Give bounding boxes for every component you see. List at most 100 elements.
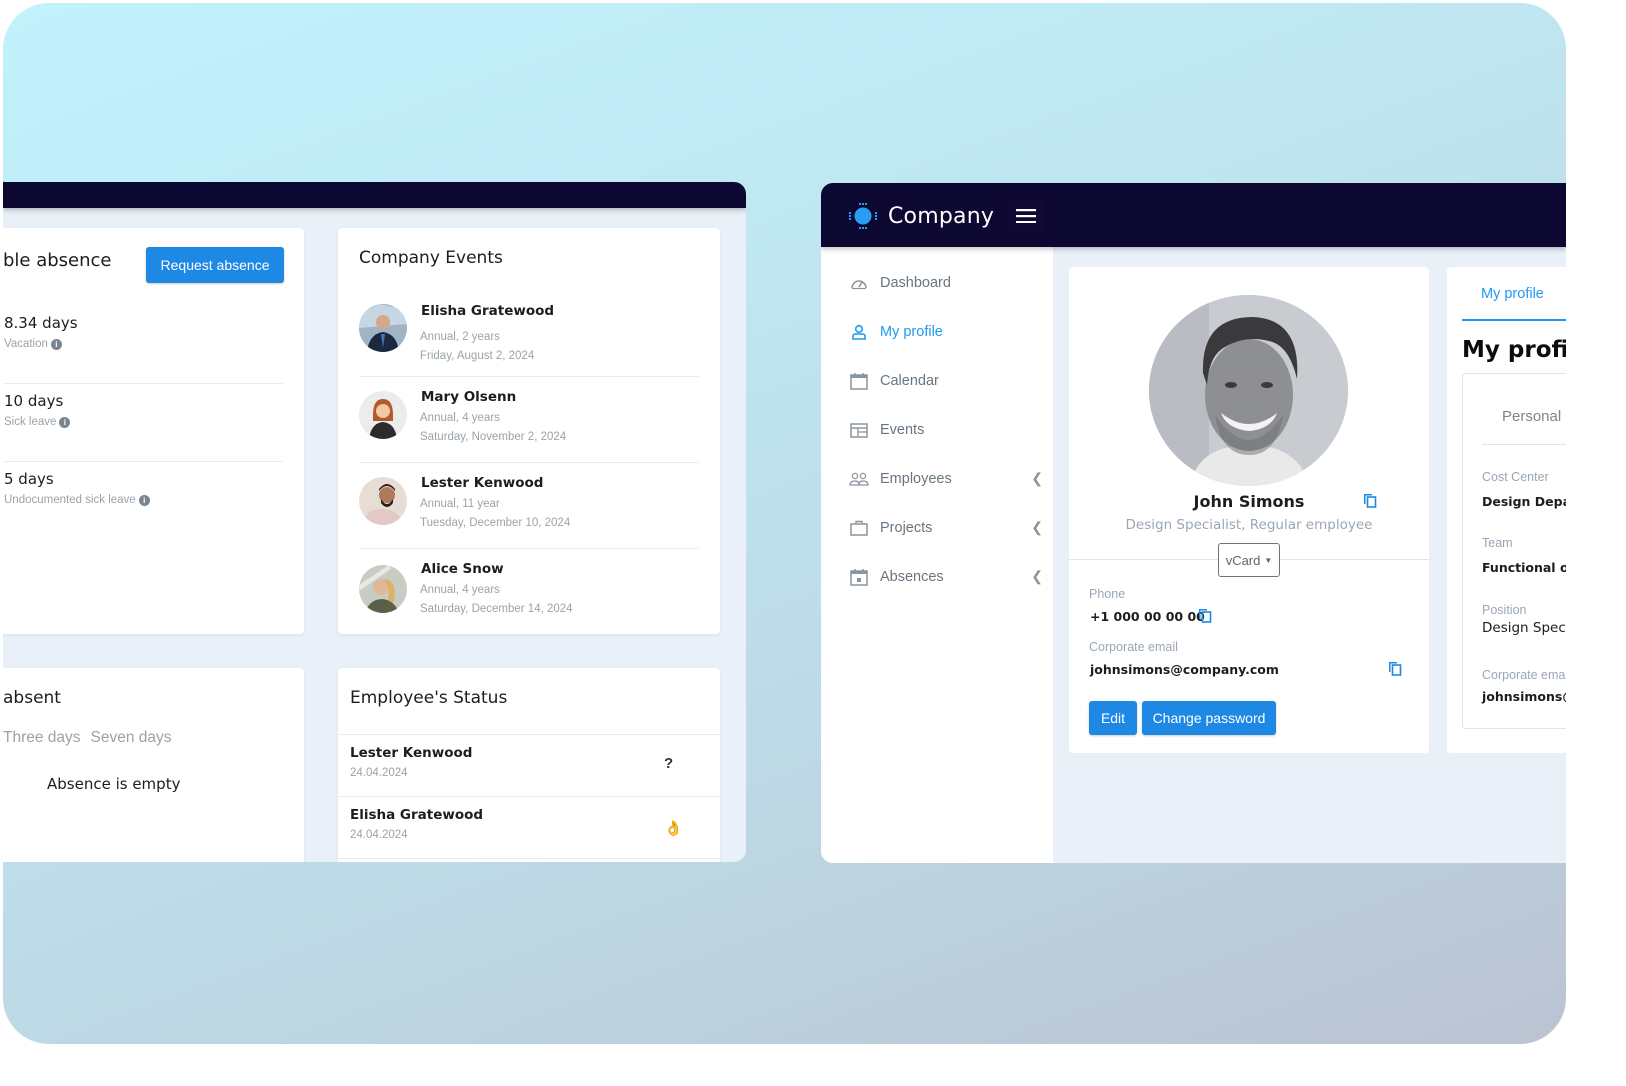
brand[interactable]: Company [848,202,994,230]
event-person-name: Mary Olsenn [421,389,517,405]
chevron-left-icon[interactable]: ❮ [1031,568,1043,585]
event-item[interactable]: Elisha Gratewood Annual, 2 years Friday,… [359,291,699,377]
available-absence-card: ble absence Request absence 8.34 days Va… [3,228,304,634]
request-absence-button[interactable]: Request absence [146,247,284,283]
calendar-day-icon [849,567,869,587]
profile-details-card: Personal Cost Center Design Depart Team … [1462,373,1566,729]
change-password-button[interactable]: Change password [1142,701,1276,735]
info-icon[interactable]: i [138,494,150,506]
balance-row: 8.34 days Vacation i [4,306,283,384]
page-title: My profile [1462,337,1566,363]
users-icon [849,469,869,489]
tab-my-profile[interactable]: My profile [1462,281,1566,321]
email-label: Corporate email [1089,640,1178,654]
balance-row: 5 days Undocumented sick leave i [4,462,283,540]
tab-three-days[interactable]: Three days [3,729,81,747]
sidebar-item-dashboard[interactable]: Dashboard [849,268,1029,298]
employee-status-card: Employee's Status Lester Kenwood 24.04.2… [338,668,720,862]
sidebar-item-label: My profile [880,324,943,340]
status-row[interactable]: Elisha Gratewood 24.04.2024 👌 [338,796,720,858]
sidebar-item-label: Dashboard [880,275,951,291]
event-date: Saturday, November 2, 2024 [420,431,567,443]
sidebar-item-label: Events [880,422,925,438]
field-label: Team [1482,536,1513,550]
event-date: Friday, August 2, 2024 [420,350,535,362]
user-icon [849,322,869,342]
balance-days: 10 days [4,392,64,410]
calendar-icon [849,371,869,391]
status-unknown-icon: ? [664,755,674,772]
sidebar-item-events[interactable]: Events [849,415,1029,445]
hamburger-menu-button[interactable] [1007,201,1045,231]
top-navbar [3,182,746,208]
sidebar-item-label: Absences [880,569,944,585]
event-type: Annual, 11 year [420,498,500,510]
status-date: 24.04.2024 [350,767,408,779]
status-row[interactable]: Lester Kenwood 24.04.2024 ? [338,734,720,796]
card-title: Employee's Status [350,688,508,708]
hamburger-icon [1016,209,1036,223]
card-title: ble absence [3,250,112,271]
avatar [359,391,407,439]
divider [1482,444,1566,445]
field-value: Functional off [1482,560,1566,575]
balance-days: 8.34 days [4,314,78,332]
caret-down-icon: ▼ [1264,555,1273,565]
avatar [359,304,407,352]
field-value: johnsimons@ [1482,689,1566,704]
balance-row: 10 days Sick leave i [4,384,283,462]
my-profile-card: My profile My profile Personal Cost Cent… [1447,267,1566,753]
profile-summary-card: John Simons Design Specialist, Regular e… [1069,267,1429,753]
tab-personal[interactable]: Personal [1502,408,1561,425]
info-icon[interactable]: i [50,338,62,350]
copy-icon[interactable] [1363,493,1377,508]
events-icon [849,420,869,440]
avatar [359,477,407,525]
event-item[interactable]: Alice Snow Annual, 4 years Saturday, Dec… [359,549,699,634]
balance-type: Vacation [4,338,48,350]
sidebar-item-projects[interactable]: Projects ❮ [849,513,1043,543]
field-label: Cost Center [1482,470,1549,484]
sidebar-item-absences[interactable]: Absences ❮ [849,562,1043,592]
sidebar-item-my-profile[interactable]: My profile [849,317,1029,347]
chevron-left-icon[interactable]: ❮ [1031,519,1043,536]
company-events-card: Company Events Elisha Gratewood Annual, … [338,228,720,634]
balance-type: Undocumented sick leave [4,494,136,506]
status-date: 24.04.2024 [350,829,408,841]
sidebar-item-employees[interactable]: Employees ❮ [849,464,1043,494]
chevron-left-icon[interactable]: ❮ [1031,470,1043,487]
backdrop: ble absence Request absence 8.34 days Va… [3,3,1566,1044]
sidebar-item-calendar[interactable]: Calendar [849,366,1029,396]
status-row [338,858,720,862]
email-value: johnsimons@company.com [1090,662,1279,677]
balance-days: 5 days [4,470,54,488]
field-value: Design Depart [1482,494,1566,509]
card-title: absent [3,688,61,708]
event-item[interactable]: Mary Olsenn Annual, 4 years Saturday, No… [359,377,699,463]
who-is-absent-card: absent Three days Seven days Absence is … [3,668,304,862]
info-icon[interactable]: i [59,416,71,428]
top-navbar: Company [821,183,1566,247]
edit-button[interactable]: Edit [1089,701,1137,735]
event-type: Annual, 2 years [420,331,500,343]
phone-label: Phone [1089,587,1126,601]
field-value: Design Speci [1482,620,1566,636]
vcard-dropdown[interactable]: vCard ▼ [1218,543,1280,577]
event-item[interactable]: Lester Kenwood Annual, 11 year Tuesday, … [359,463,699,549]
event-person-name: Elisha Gratewood [421,303,555,319]
copy-email-icon[interactable] [1388,661,1402,676]
event-person-name: Lester Kenwood [421,475,544,491]
empty-message: Absence is empty [47,775,181,793]
ok-hand-icon: 👌 [664,820,683,837]
sidebar: Dashboard My profile Calendar Events Emp… [821,247,1053,863]
employee-name: Lester Kenwood [350,745,473,761]
copy-phone-icon[interactable] [1198,608,1212,623]
event-date: Saturday, December 14, 2024 [420,603,573,615]
profile-role: Design Specialist, Regular employee [1125,517,1373,533]
sidebar-item-label: Employees [880,471,952,487]
tab-seven-days[interactable]: Seven days [91,729,172,747]
sidebar-item-label: Calendar [880,373,939,389]
profile-photo [1149,295,1348,486]
dashboard-window: ble absence Request absence 8.34 days Va… [3,182,746,862]
card-title: Company Events [359,248,503,268]
